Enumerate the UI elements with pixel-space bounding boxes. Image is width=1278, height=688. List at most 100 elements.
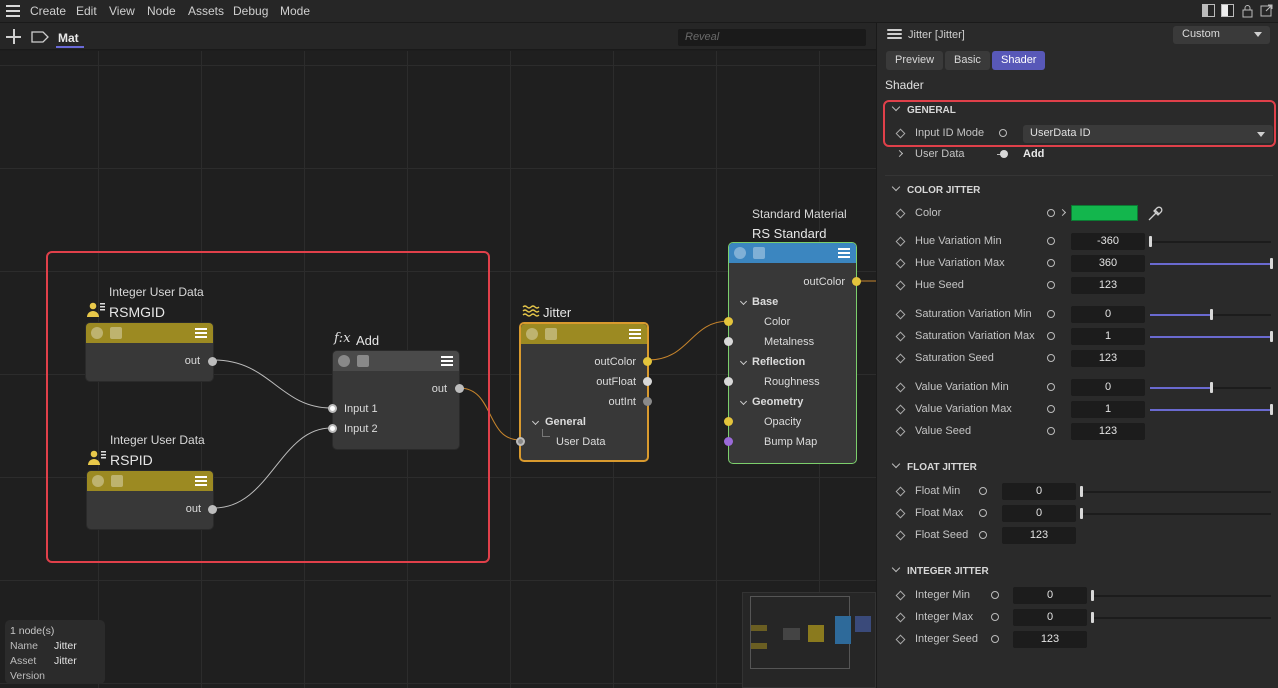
keyframe-icon[interactable] [895, 353, 906, 364]
port-toggle-icon[interactable] [991, 591, 999, 599]
chevron-down-icon[interactable] [531, 417, 540, 426]
param-value-field[interactable]: 0 [1071, 379, 1145, 396]
minimap[interactable] [742, 592, 876, 688]
port-outcolor[interactable] [852, 277, 861, 286]
node-menu-icon[interactable] [195, 328, 207, 340]
node-add[interactable]: out Input 1 Input 2 [328, 350, 464, 450]
param-value-field[interactable]: 0 [1013, 587, 1087, 604]
tag-icon[interactable] [31, 31, 49, 46]
keyframe-icon[interactable] [895, 404, 906, 415]
keyframe-icon[interactable] [895, 508, 906, 519]
node-rsmgid-header[interactable] [86, 323, 213, 343]
input-id-mode-dropdown[interactable]: UserData ID [1023, 125, 1273, 143]
port-color[interactable] [724, 317, 733, 326]
port-input1[interactable] [328, 404, 337, 413]
slider-handle[interactable] [1210, 382, 1213, 393]
node-menu-icon[interactable] [838, 248, 850, 260]
section-integer-jitter[interactable]: INTEGER JITTER [907, 566, 989, 577]
menu-view[interactable]: View [109, 4, 135, 18]
keyframe-icon[interactable] [895, 486, 906, 497]
slider-track[interactable] [1092, 617, 1271, 619]
port-roughness[interactable] [724, 377, 733, 386]
param-value-field[interactable]: 123 [1013, 631, 1087, 648]
menu-node[interactable]: Node [147, 4, 176, 18]
keyframe-icon[interactable] [895, 236, 906, 247]
port-toggle-icon[interactable] [1047, 237, 1055, 245]
keyframe-icon[interactable] [895, 309, 906, 320]
port-out[interactable] [208, 505, 217, 514]
slider-handle[interactable] [1091, 590, 1094, 601]
menu-debug[interactable]: Debug [233, 4, 268, 18]
port-bumpmap[interactable] [724, 437, 733, 446]
slider-handle[interactable] [1080, 508, 1083, 519]
menu-assets[interactable]: Assets [188, 4, 224, 18]
slider-handle[interactable] [1091, 612, 1094, 623]
keyframe-icon[interactable] [895, 382, 906, 393]
node-canvas[interactable]: Integer User Data RSMGID out Integer Use… [0, 51, 876, 688]
port-toggle-icon[interactable] [979, 509, 987, 517]
menu-create[interactable]: Create [30, 4, 66, 18]
chevron-down-icon[interactable] [739, 297, 748, 306]
node-rsmgid[interactable]: out [85, 322, 217, 382]
main-menu-icon[interactable] [6, 5, 20, 17]
port-toggle-icon[interactable] [1047, 310, 1055, 318]
port-toggle-icon[interactable] [991, 613, 999, 621]
node-jitter-header[interactable] [521, 324, 647, 344]
param-value-field[interactable]: 123 [1071, 423, 1145, 440]
chevron-right-icon[interactable] [1058, 208, 1067, 217]
port-userdata[interactable] [516, 437, 525, 446]
lock-icon[interactable] [1241, 4, 1254, 18]
slider-handle[interactable] [1210, 309, 1213, 320]
chevron-down-icon[interactable] [739, 397, 748, 406]
port-metalness[interactable] [724, 337, 733, 346]
chevron-down-icon[interactable] [739, 357, 748, 366]
port-toggle-icon[interactable] [1047, 281, 1055, 289]
param-value-field[interactable]: 0 [1071, 306, 1145, 323]
section-general[interactable]: GENERAL [907, 105, 956, 116]
port-toggle-icon[interactable] [1047, 354, 1055, 362]
keyframe-icon[interactable] [895, 530, 906, 541]
port-out[interactable] [208, 357, 217, 366]
popout-icon[interactable] [1260, 4, 1273, 17]
slider-track[interactable] [1081, 513, 1271, 515]
chevron-right-icon[interactable] [895, 149, 904, 158]
chevron-down-icon[interactable] [891, 182, 901, 192]
slider-handle[interactable] [1270, 404, 1273, 415]
slider-track[interactable] [1081, 491, 1271, 493]
user-data-value[interactable]: Add [1023, 148, 1044, 160]
slider-handle[interactable] [1270, 258, 1273, 269]
keyframe-icon[interactable] [895, 258, 906, 269]
node-add-header[interactable] [333, 351, 459, 371]
param-value-field[interactable]: 0 [1013, 609, 1087, 626]
node-standard-material[interactable]: outColor Base Color Metalness Reflection… [724, 242, 861, 464]
port-toggle-icon[interactable] [1047, 259, 1055, 267]
keyframe-icon[interactable] [895, 612, 906, 623]
port-outcolor[interactable] [643, 357, 652, 366]
preset-dropdown[interactable]: Custom [1173, 26, 1270, 44]
section-color-jitter[interactable]: COLOR JITTER [907, 185, 980, 196]
keyframe-icon[interactable] [895, 634, 906, 645]
chevron-down-icon[interactable] [891, 563, 901, 573]
param-value-field[interactable]: 360 [1071, 255, 1145, 272]
keyframe-icon[interactable] [895, 208, 906, 219]
param-value-field[interactable]: 123 [1071, 350, 1145, 367]
slider-track[interactable] [1092, 595, 1271, 597]
slider-handle[interactable] [1270, 331, 1273, 342]
param-value-field[interactable]: 123 [1071, 277, 1145, 294]
port-toggle-icon[interactable] [1047, 383, 1055, 391]
node-menu-icon[interactable] [629, 329, 641, 341]
node-rspid-header[interactable] [87, 471, 213, 491]
slider-handle[interactable] [1149, 236, 1152, 247]
port-opacity[interactable] [724, 417, 733, 426]
param-value-field[interactable]: 123 [1002, 527, 1076, 544]
port-toggle-icon[interactable] [979, 531, 987, 539]
port-outint[interactable] [643, 397, 652, 406]
menu-edit[interactable]: Edit [76, 4, 97, 18]
param-value-field[interactable]: 1 [1071, 401, 1145, 418]
port-input2[interactable] [328, 424, 337, 433]
param-value-field[interactable]: -360 [1071, 233, 1145, 250]
port-toggle-icon[interactable] [999, 129, 1007, 137]
port-toggle-icon[interactable] [991, 635, 999, 643]
color-swatch[interactable] [1071, 205, 1138, 221]
slider-track[interactable] [1150, 241, 1271, 243]
